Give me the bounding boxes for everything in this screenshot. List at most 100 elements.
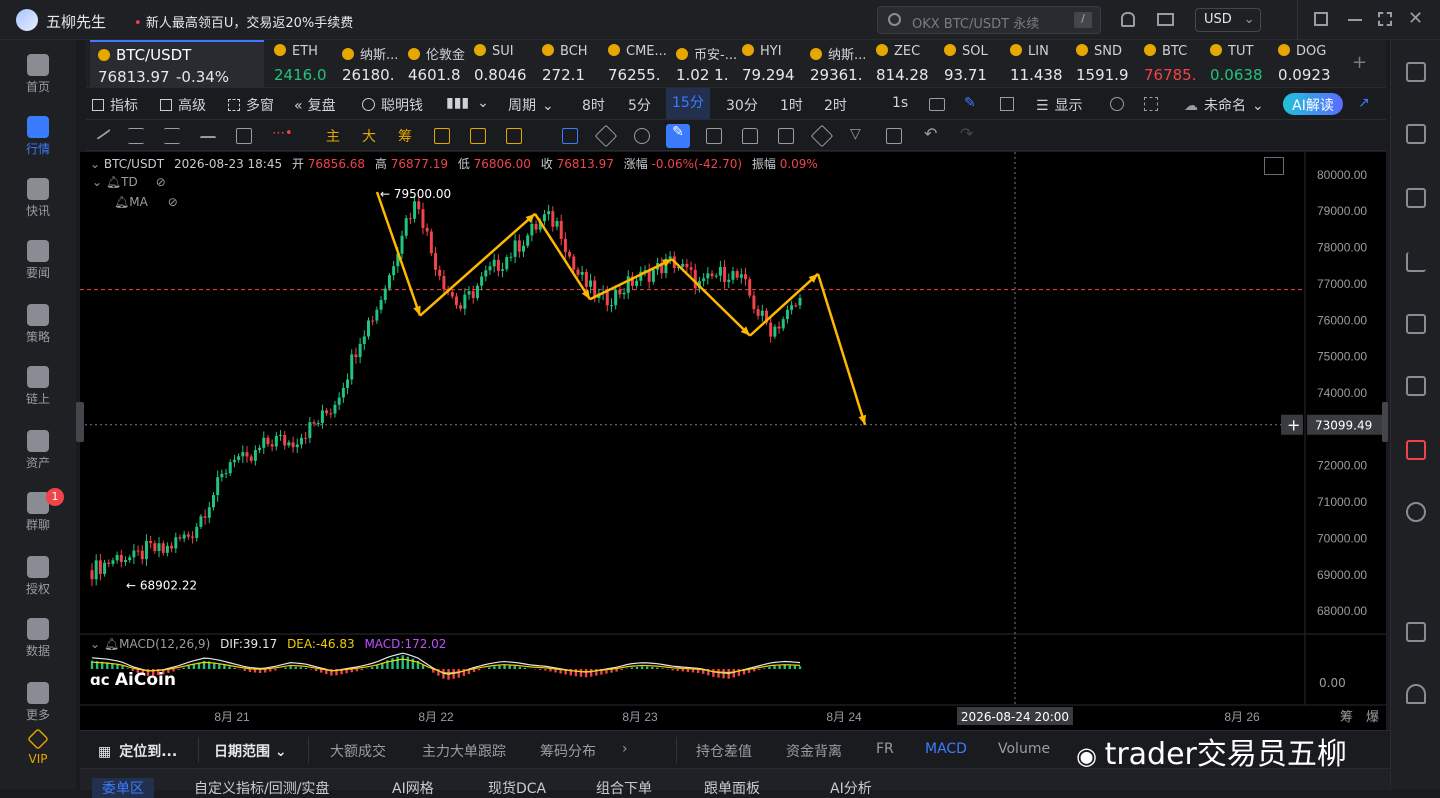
etf-icon[interactable] (1406, 376, 1426, 396)
large-trades-tab[interactable]: 大额成交 (330, 741, 386, 761)
nav-item-9[interactable]: 数据 (0, 610, 76, 670)
bottom-tab-2[interactable]: AI网格 (392, 778, 434, 798)
currency-select[interactable]: USD⌄ (1195, 8, 1261, 32)
filter-icon[interactable]: ▽ (850, 126, 861, 142)
display-button[interactable]: ☰显示 (1036, 95, 1083, 115)
eraser-icon[interactable] (811, 125, 834, 148)
edit-icon[interactable] (778, 128, 794, 144)
smart-money-button[interactable]: 聪明钱 (362, 95, 423, 115)
exchange-icon[interactable] (1406, 502, 1426, 522)
layout-select[interactable]: ☁未命名⌄ (1184, 95, 1264, 115)
right-collapse-handle[interactable] (1382, 402, 1388, 442)
nav-item-11[interactable]: VIP (0, 720, 76, 780)
chevron-right-icon[interactable]: › (622, 741, 628, 757)
ma-indicator-label[interactable]: 🔔︎MA⊘ (114, 195, 178, 209)
mail-icon[interactable] (1157, 13, 1174, 26)
main-orders-tab[interactable]: 主力大单跟踪 (422, 741, 506, 761)
dollar-icon[interactable] (1406, 188, 1426, 208)
search-input[interactable]: OKX BTC/USDT 永续 (912, 13, 1039, 32)
robot-icon[interactable] (1406, 440, 1426, 460)
menu-grid-icon[interactable] (1406, 62, 1426, 82)
volume-tab[interactable]: Volume (998, 741, 1050, 757)
interval-5[interactable]: 2时 (824, 95, 847, 115)
camera-icon[interactable] (929, 98, 945, 111)
nav-item-5[interactable]: 链上 (0, 358, 76, 418)
axis-scale-label[interactable]: 爆 (1366, 710, 1379, 725)
replay-button[interactable]: «复盘 (294, 95, 336, 115)
zoom-icon[interactable] (634, 128, 650, 144)
nav-item-8[interactable]: 授权 (0, 548, 76, 608)
ticker-3[interactable]: 伦敦金4601.8 (408, 40, 468, 88)
ticker-13[interactable]: SND1591.9 (1076, 40, 1136, 88)
ticker-1[interactable]: ETH2416.0 (274, 40, 334, 88)
redo-icon[interactable]: ↷ (960, 124, 973, 143)
more-tools-icon[interactable]: ⋯• (272, 126, 293, 141)
line-tool-icon[interactable] (93, 124, 111, 140)
multi-window-button[interactable]: 多窗 (228, 95, 274, 115)
indicators-button[interactable]: 指标 (92, 95, 138, 115)
bottom-tab-0[interactable]: 委单区 (92, 778, 154, 798)
axis-scale-label[interactable]: 筹 (1340, 709, 1353, 725)
bottom-tab-1[interactable]: 自定义指标/回测/实盘 (194, 778, 329, 798)
ticker-4[interactable]: SUI0.8046 (474, 40, 534, 88)
nav-item-0[interactable]: 首页 (0, 46, 76, 106)
rectangle-tool-icon[interactable] (236, 128, 252, 144)
minimize-icon[interactable] (1348, 19, 1362, 21)
ticker-15[interactable]: TUT0.0638 (1210, 40, 1270, 88)
ticker-6[interactable]: CME...76255. (608, 40, 668, 88)
nav-item-2[interactable]: 快讯 (0, 170, 76, 230)
nav-item-1[interactable]: 行情 (0, 108, 76, 168)
add-widget-icon[interactable] (1000, 97, 1014, 111)
horizontal-line-icon[interactable] (200, 136, 216, 152)
ai-interpret-button[interactable]: AI解读 (1283, 93, 1343, 115)
interval-1[interactable]: 5分 (628, 95, 651, 115)
bottom-tab-6[interactable]: AI分析 (830, 778, 872, 798)
ticker-16[interactable]: DOG0.0923 (1278, 40, 1338, 88)
period-select[interactable]: 周期⌄ (508, 95, 554, 115)
ticker-14[interactable]: BTC76785. (1144, 40, 1204, 88)
interval-2[interactable]: 15分 (666, 88, 710, 119)
ticker-10[interactable]: ZEC814.28 (876, 40, 936, 88)
add-ticker-icon[interactable]: + (1352, 52, 1367, 73)
popout-icon[interactable] (1314, 12, 1328, 26)
fund-divergence-tab[interactable]: 资金背离 (786, 741, 842, 761)
signal-icon[interactable] (434, 128, 450, 144)
bottom-tab-5[interactable]: 跟单面板 (704, 778, 760, 798)
bottom-tab-3[interactable]: 现货DCA (488, 778, 546, 798)
ticker-11[interactable]: SOL93.71 (944, 40, 1004, 88)
document-icon[interactable] (1406, 124, 1426, 144)
fib-tool-icon[interactable] (164, 128, 180, 144)
maximize-icon[interactable] (1378, 12, 1392, 26)
ticker-9[interactable]: 纳斯...29361. (810, 40, 870, 88)
promo-banner[interactable]: • 新人最高领百U，交易返20%手续费 (134, 12, 353, 31)
nav-item-4[interactable]: 策略 (0, 296, 76, 356)
ruler-icon[interactable] (595, 125, 618, 148)
tool-icon[interactable] (506, 128, 522, 144)
trash-icon[interactable] (886, 128, 902, 144)
ticker-8[interactable]: HYI79.294 (742, 40, 802, 88)
interval-0[interactable]: 8时 (582, 95, 605, 115)
ticker-12[interactable]: LIN11.438 (1010, 40, 1070, 88)
share-icon[interactable]: ↗ (1358, 95, 1370, 111)
position-diff-tab[interactable]: 持仓差值 (696, 741, 752, 761)
copy-icon[interactable] (562, 128, 578, 144)
ticker-0[interactable]: BTC/USDT76813.97-0.34% (90, 40, 264, 88)
collapse-icon[interactable]: ⌄ (90, 157, 104, 171)
bell-icon[interactable] (1121, 12, 1135, 27)
price-chart[interactable]: 80000.0079000.0078000.0077000.0076000.00… (80, 152, 1386, 730)
pencil-icon[interactable]: ✎ (964, 95, 976, 111)
settings-icon[interactable] (1110, 97, 1124, 111)
search-box[interactable]: OKX BTC/USDT 永续 / (877, 6, 1101, 34)
chips-button[interactable]: 筹 (398, 126, 412, 146)
date-range-select[interactable]: 日期范围 ⌄ (214, 741, 287, 761)
fullscreen-icon[interactable] (1144, 97, 1158, 111)
main-chart-button[interactable]: 主 (326, 126, 340, 146)
fr-tab[interactable]: FR (876, 741, 894, 757)
ticker-2[interactable]: 纳斯...26180. (342, 40, 402, 88)
candle-type-select[interactable]: ▮▮▮⌄ (446, 95, 489, 111)
interval-4[interactable]: 1时 (780, 95, 803, 115)
td-indicator-label[interactable]: ⌄ 🔔︎TD⊘ (92, 175, 166, 189)
magnet-icon[interactable] (706, 128, 722, 144)
interval-3[interactable]: 30分 (726, 95, 758, 115)
monitor-icon[interactable] (1406, 314, 1426, 334)
